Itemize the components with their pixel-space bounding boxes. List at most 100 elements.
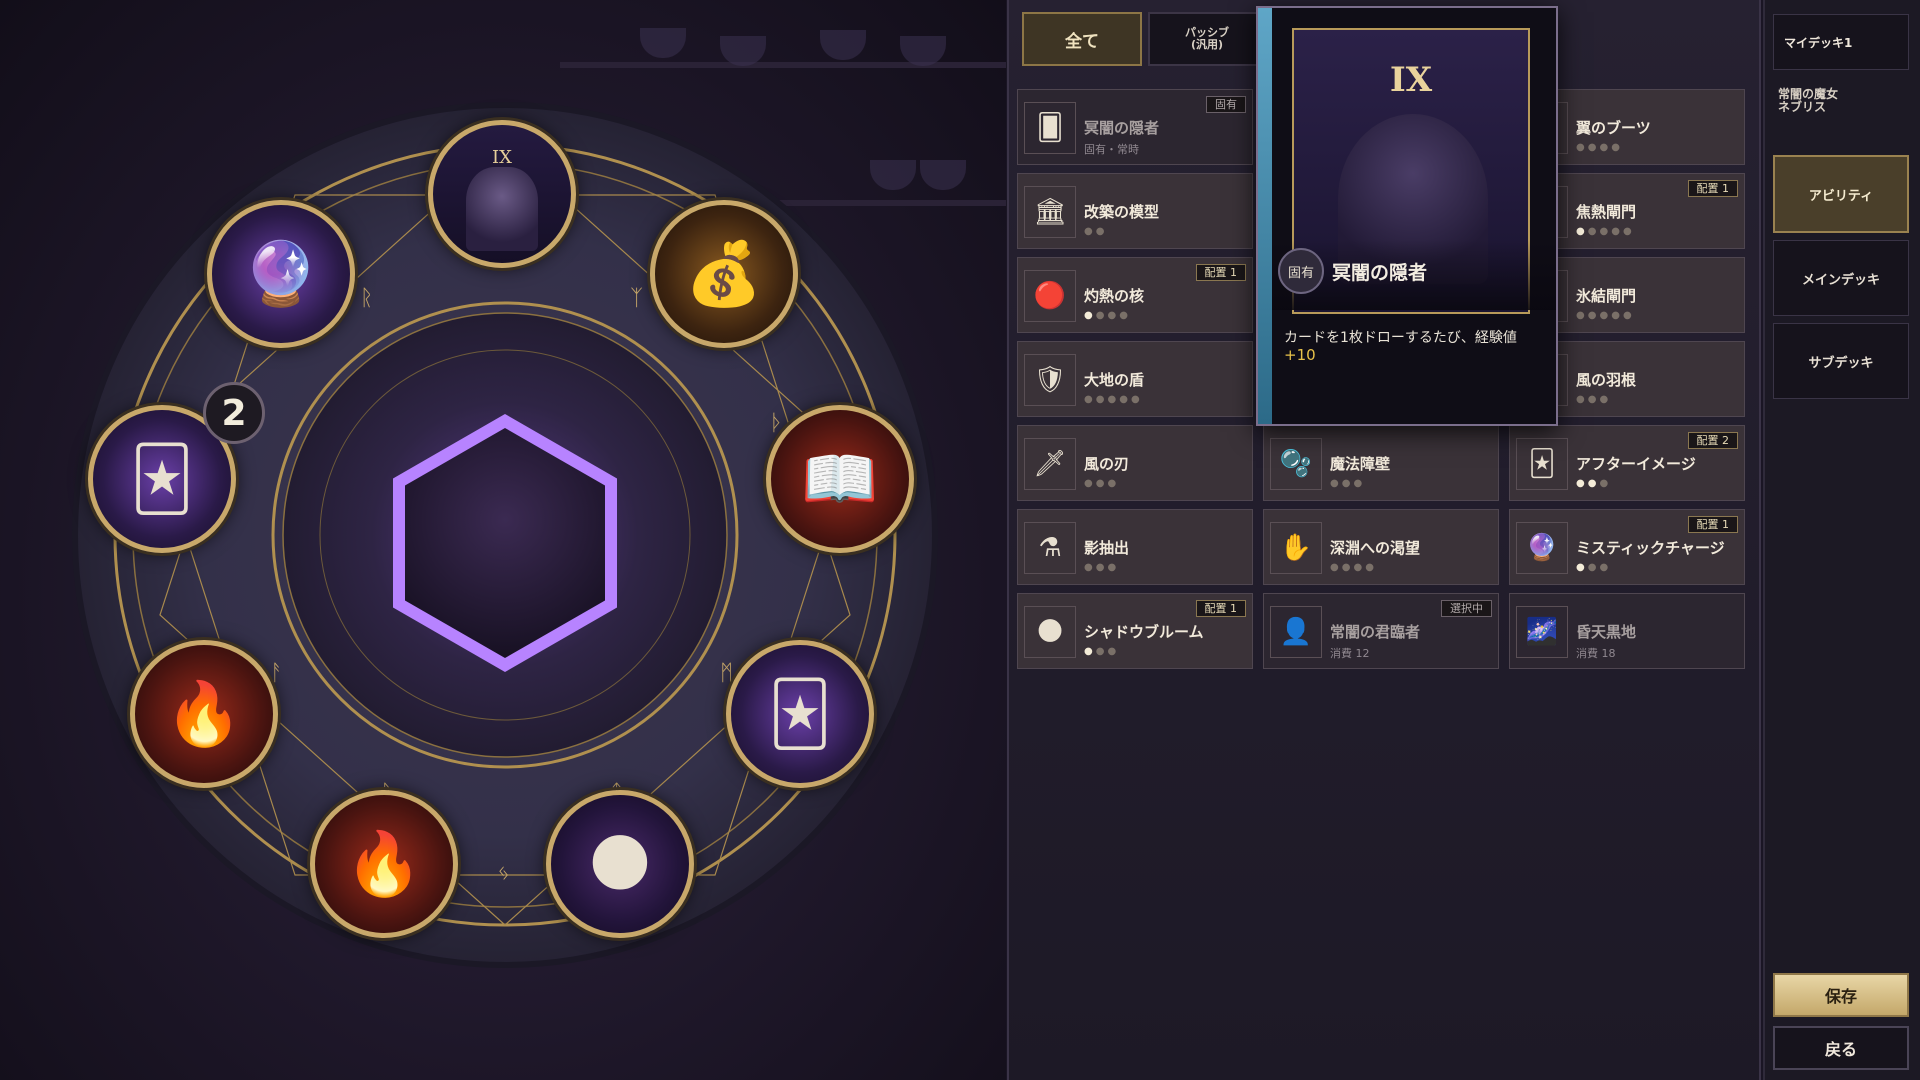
wind-blade-icon: 🗡: [1024, 438, 1076, 490]
background-shelf: [560, 62, 1006, 68]
save-button[interactable]: 保存: [1773, 973, 1909, 1017]
level-dot-empty: ●: [1576, 142, 1588, 153]
svg-text:ᚨ: ᚨ: [270, 661, 283, 686]
model-icon: 🏛: [1024, 186, 1076, 238]
ability-item-name: 深淵への渇望: [1330, 539, 1421, 557]
wheel-slot-right[interactable]: 📖: [766, 405, 914, 553]
tab-passive[interactable]: パッシブ (汎用): [1148, 12, 1266, 66]
ability-status-tag: 選択中: [1441, 600, 1492, 617]
wheel-slot-top[interactable]: IX: [428, 120, 576, 268]
level-dot-empty: ●: [1587, 226, 1600, 237]
level-dot-empty: ●: [1341, 478, 1354, 489]
shadow-bloom-icon: 🌑: [1024, 606, 1076, 658]
ability-item[interactable]: 🗡 風の刃 ●●●: [1017, 425, 1253, 501]
magic-barrier-icon: 🫧: [1270, 438, 1322, 490]
mystic-charge-icon: 🔮: [1516, 522, 1568, 574]
ability-tooltip: IX 固有 冥闇の隠者 カードを1枚ドローするたび、経験値 +10: [1256, 6, 1558, 426]
dark-ruler-icon: 👤: [1270, 606, 1322, 658]
ability-level-dots: ●●●: [1576, 478, 1611, 489]
purple-orb-icon: 🔮: [242, 237, 320, 310]
level-dot-filled: ●: [1576, 562, 1588, 573]
tab-ability[interactable]: アビリティ: [1773, 155, 1909, 233]
spellbook-icon: 📖: [801, 442, 879, 515]
level-dot-empty: ●: [1107, 562, 1120, 573]
shield-icon: 🛡: [1024, 354, 1076, 406]
back-button[interactable]: 戻る: [1773, 1026, 1909, 1070]
level-dot-filled: ●: [1576, 478, 1588, 489]
level-dot-empty: ●: [1576, 394, 1588, 405]
ability-item-name: 冥闇の隠者: [1084, 119, 1160, 137]
ability-level-dots: ●●●: [1084, 646, 1119, 657]
tooltip-card-numeral: IX: [1389, 60, 1433, 100]
ability-item[interactable]: 👤 常闇の君臨者 消費 12 選択中: [1263, 593, 1499, 669]
wheel-slot-bottom-right[interactable]: 🌑: [546, 790, 694, 938]
ability-item[interactable]: 🛡 大地の盾 ●●●●●: [1017, 341, 1253, 417]
level-dot-empty: ●: [1599, 226, 1612, 237]
wheel-slot-upper-right[interactable]: 💰: [650, 200, 798, 348]
coin-bag-icon: 💰: [685, 237, 763, 310]
tab-sub-deck[interactable]: サブデッキ: [1773, 323, 1909, 399]
svg-text:ᚱ: ᚱ: [360, 286, 373, 311]
level-dot-empty: ●: [1341, 562, 1354, 573]
ability-item-name: アフターイメージ: [1576, 455, 1696, 473]
level-dot-filled: ●: [1587, 478, 1600, 489]
level-dot-empty: ●: [1330, 478, 1342, 489]
level-dot-empty: ●: [1095, 562, 1108, 573]
ability-item-name: 灼熱の核: [1084, 287, 1145, 305]
ability-item[interactable]: ⚗ 影抽出 ●●●: [1017, 509, 1253, 585]
abyss-icon: ✋: [1270, 522, 1322, 574]
shadow-flower-icon: 🌑: [587, 827, 653, 900]
level-dot-empty: ●: [1084, 562, 1096, 573]
level-dot-empty: ●: [1611, 310, 1623, 321]
level-dot-empty: ●: [1611, 226, 1623, 237]
ability-level-dots: ●●●: [1576, 562, 1611, 573]
tarot-numeral: IX: [492, 147, 512, 168]
tooltip-value: +10: [1284, 346, 1316, 364]
wheel-slot-lower-right[interactable]: 🃏: [726, 640, 874, 788]
ability-level-dots: ●●: [1084, 226, 1107, 237]
tab-all[interactable]: 全て: [1022, 12, 1142, 66]
ability-item[interactable]: 🂠 冥闇の隠者 固有・常時 固有: [1017, 89, 1253, 165]
ability-item[interactable]: 🏛 改築の模型 ●●: [1017, 173, 1253, 249]
deck-name-field[interactable]: マイデッキ1: [1773, 14, 1909, 70]
ability-item-name: 魔法障壁: [1330, 455, 1391, 473]
level-dot-empty: ●: [1599, 562, 1612, 573]
ability-item-name: 改築の模型: [1084, 203, 1160, 221]
wheel-slot-lower-left[interactable]: 🔥: [130, 640, 278, 788]
wheel-slot-upper-left[interactable]: 🔮: [207, 200, 355, 348]
ability-item-name: 昏天黒地: [1576, 623, 1637, 641]
level-dot-empty: ●: [1353, 478, 1366, 489]
ability-item-subtext: 消費 12: [1330, 647, 1370, 660]
slot-count-badge: 2: [203, 382, 265, 444]
ability-item[interactable]: 🌌 昏天黒地 消費 18: [1509, 593, 1745, 669]
tab-main-deck[interactable]: メインデッキ: [1773, 240, 1909, 316]
fire-portal-icon: 🔥: [345, 827, 423, 900]
tooltip-description: カードを1枚ドローするたび、経験値: [1284, 330, 1517, 346]
hermit-card-icon: 🂠: [1024, 102, 1076, 154]
ability-item[interactable]: 🔮 ミスティックチャージ ●●● 配置 1: [1509, 509, 1745, 585]
level-dot-empty: ●: [1107, 478, 1120, 489]
ability-item-name: 翼のブーツ: [1576, 119, 1651, 137]
level-dot-empty: ●: [1095, 478, 1108, 489]
wheel-slot-bottom-left[interactable]: 🔥: [310, 790, 458, 938]
level-dot-empty: ●: [1330, 562, 1342, 573]
ability-level-dots: ●●●●: [1330, 562, 1377, 573]
ability-item[interactable]: ✋ 深淵への渇望 ●●●●: [1263, 509, 1499, 585]
level-dot-empty: ●: [1095, 394, 1108, 405]
dark-earth-icon: 🌌: [1516, 606, 1568, 658]
ability-item[interactable]: 🌑 シャドウブルーム ●●● 配置 1: [1017, 593, 1253, 669]
ability-item[interactable]: 🃏 アフターイメージ ●●● 配置 2: [1509, 425, 1745, 501]
ability-level-dots: ●●●●: [1576, 142, 1623, 153]
level-dot-empty: ●: [1599, 478, 1612, 489]
ability-status-tag: 固有: [1206, 96, 1246, 113]
ability-item-name: 氷結閘門: [1576, 287, 1637, 305]
ability-item-name: 大地の盾: [1084, 371, 1145, 389]
level-dot-empty: ●: [1365, 562, 1377, 573]
background-cup: [820, 30, 866, 60]
ability-item[interactable]: 🔴 灼熱の核 ●●●● 配置 1: [1017, 257, 1253, 333]
level-dot-empty: ●: [1599, 142, 1612, 153]
level-dot-empty: ●: [1587, 142, 1600, 153]
ability-item[interactable]: 🫧 魔法障壁 ●●●: [1263, 425, 1499, 501]
level-dot-empty: ●: [1084, 226, 1096, 237]
tooltip-accent-bar: [1258, 8, 1272, 424]
